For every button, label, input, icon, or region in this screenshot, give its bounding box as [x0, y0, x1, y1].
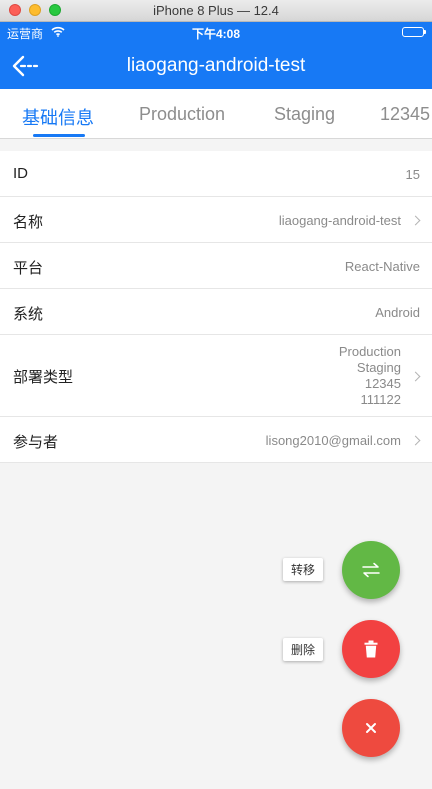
row-label: 部署类型: [13, 369, 74, 386]
close-icon: [366, 723, 376, 733]
list-row-id: ID 15: [0, 151, 432, 197]
row-label: 平台: [13, 260, 44, 277]
row-label: ID: [13, 165, 28, 182]
deploy-types-values: Production Staging 12345 111122: [339, 344, 401, 408]
page-title: liaogang-android-test: [126, 55, 306, 76]
deploy-type-production: Production: [338, 344, 401, 359]
window-title: iPhone 8 Plus — 12.4: [153, 3, 279, 18]
simulator-title-bar: iPhone 8 Plus — 12.4: [0, 0, 432, 22]
trash-icon: [364, 640, 378, 658]
active-tab-indicator: [33, 134, 85, 137]
deploy-type-staging: Staging: [356, 360, 401, 375]
status-bar: 运营商 下午4:08: [0, 22, 432, 42]
tab-basic-info[interactable]: 基础信息: [22, 104, 94, 130]
list-row-participants[interactable]: 参与者 lisong2010@gmail.com: [0, 417, 432, 463]
tab-12345[interactable]: 12345: [380, 104, 430, 125]
row-value: liaogang-android-test: [278, 213, 401, 228]
swap-arrows-icon: [362, 562, 380, 578]
row-label: 名称: [13, 214, 44, 231]
navigation-bar: liaogang-android-test: [0, 42, 432, 89]
delete-label[interactable]: 删除: [283, 638, 324, 661]
list-row-platform: 平台 React-Native: [0, 243, 432, 289]
transfer-button[interactable]: [342, 541, 400, 599]
tab-production[interactable]: Production: [139, 104, 225, 125]
row-label: 参与者: [13, 434, 59, 451]
list-row-name[interactable]: 名称 liaogang-android-test: [0, 197, 432, 243]
row-value: React-Native: [344, 259, 420, 274]
delete-button[interactable]: [342, 620, 400, 678]
chevron-right-icon: [410, 215, 421, 226]
battery-icon: [402, 27, 426, 37]
list-row-system: 系统 Android: [0, 289, 432, 335]
row-label: 系统: [13, 306, 44, 323]
chevron-right-icon: [410, 435, 421, 446]
row-value: 15: [405, 167, 420, 182]
tab-bar: 基础信息 Production Staging 12345: [0, 89, 432, 139]
list-row-deploy-types[interactable]: 部署类型 Production Staging 12345 111122: [0, 335, 432, 417]
transfer-label[interactable]: 转移: [283, 558, 324, 581]
row-value: Android: [375, 305, 420, 320]
info-list: ID 15 名称 liaogang-android-test 平台 React-…: [0, 151, 432, 463]
chevron-right-icon: [410, 371, 421, 382]
row-value: lisong2010@gmail.com: [265, 433, 401, 448]
close-menu-button[interactable]: [342, 699, 400, 757]
tab-staging[interactable]: Staging: [274, 104, 335, 125]
deploy-type-111122: 111122: [360, 392, 402, 407]
status-time: 下午4:08: [191, 27, 241, 41]
deploy-type-12345: 12345: [364, 376, 401, 391]
